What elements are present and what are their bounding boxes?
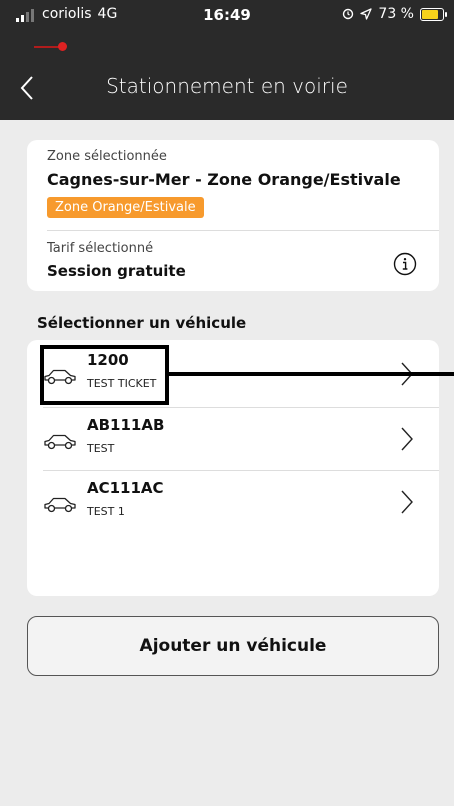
tarif-name: Session gratuite — [47, 262, 186, 280]
zone-tarif-card: Zone sélectionnée Cagnes-sur-Mer - Zone … — [27, 140, 439, 291]
battery-icon — [420, 7, 447, 21]
zone-label: Zone sélectionnée — [47, 149, 167, 164]
status-right: 73 % — [342, 6, 447, 22]
section-title-vehicles: Sélectionner un véhicule — [37, 314, 247, 332]
divider — [47, 230, 439, 231]
alarm-icon — [343, 8, 354, 20]
vehicle-item[interactable]: AB111AB TEST — [27, 408, 439, 470]
zone-name: Cagnes-sur-Mer - Zone Orange/Estivale — [47, 170, 401, 189]
info-icon[interactable] — [393, 252, 417, 276]
annotation-pointer-line — [169, 372, 454, 376]
vehicle-plate: AC111AC — [87, 479, 164, 497]
zone-tag-badge: Zone Orange/Estivale — [47, 197, 204, 218]
vehicle-item[interactable]: AC111AC TEST 1 — [27, 471, 439, 533]
vehicle-name: TEST 1 — [87, 505, 125, 518]
tarif-label: Tarif sélectionné — [47, 241, 154, 256]
vehicle-plate: AB111AB — [87, 416, 165, 434]
page-title: Stationnement en voirie — [106, 74, 348, 98]
recording-dot-icon — [58, 42, 67, 51]
add-vehicle-button[interactable]: Ajouter un véhicule — [27, 616, 439, 676]
chevron-right-icon — [401, 427, 413, 451]
battery-percent: 73 % — [378, 6, 414, 22]
status-bar: coriolis 4G 16:49 73 % — [0, 0, 454, 30]
car-icon — [44, 497, 76, 513]
vehicle-name: TEST — [87, 442, 115, 455]
car-icon — [44, 434, 76, 450]
location-arrow-icon — [360, 8, 373, 20]
chevron-right-icon — [401, 490, 413, 514]
annotation-highlight-box — [40, 345, 169, 405]
top-bar: coriolis 4G 16:49 73 % Stationnement en … — [0, 0, 454, 120]
